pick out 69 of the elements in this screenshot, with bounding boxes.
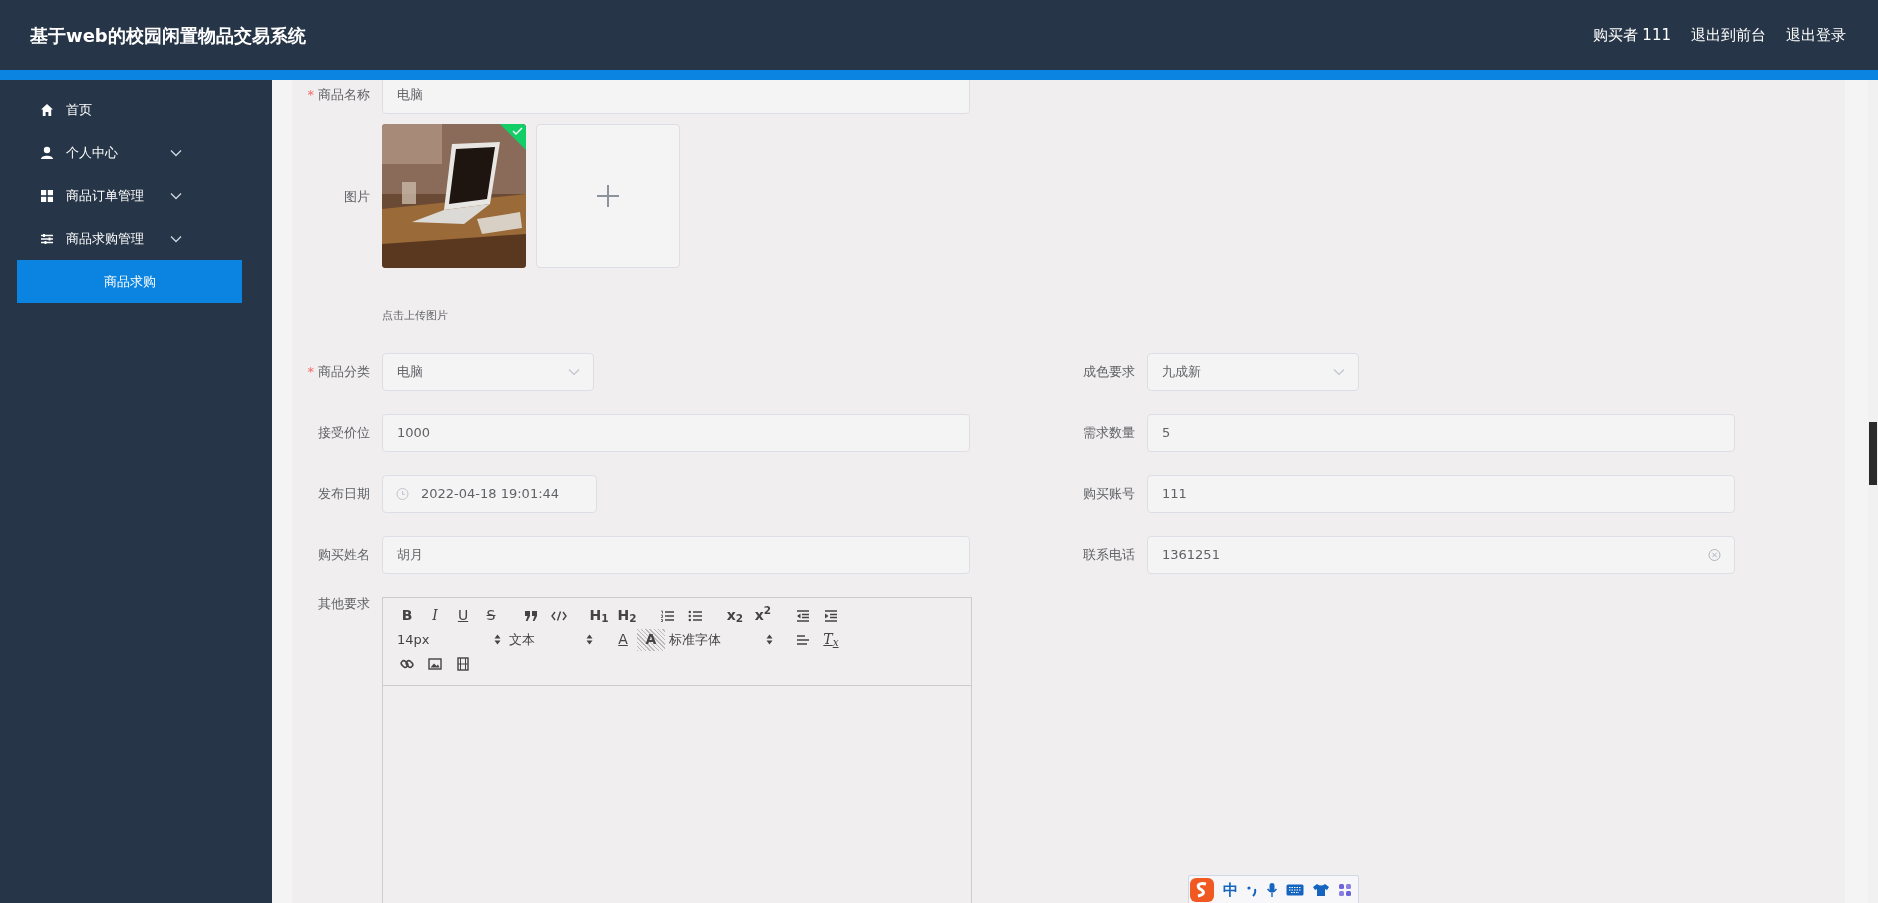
outdent-icon	[796, 609, 810, 622]
header-link[interactable]: 退出到前台	[1691, 23, 1766, 47]
sliders-icon	[40, 231, 54, 246]
microphone-icon	[1266, 882, 1278, 898]
apps-icon	[1338, 883, 1352, 897]
user-icon	[40, 145, 54, 160]
sort-arrows-icon	[766, 634, 773, 645]
field-label: * 商品名称	[306, 86, 370, 104]
field-label: 购买姓名	[317, 545, 370, 564]
quote-icon	[524, 609, 538, 622]
keyboard-icon	[1286, 884, 1304, 896]
bold-button[interactable]: B	[393, 604, 421, 627]
dropdown[interactable]: 九成新	[1147, 352, 1359, 391]
toolbar-dropdown[interactable]: 文本	[505, 628, 597, 651]
input-field[interactable]: 111	[1147, 474, 1735, 513]
font-color-button[interactable]: A	[609, 628, 637, 651]
script-button[interactable]: x$^{2}$	[749, 604, 777, 627]
submenu-item[interactable]: 商品求购	[17, 260, 242, 303]
indent-icon	[824, 609, 838, 622]
field-label: 发布日期	[317, 484, 370, 503]
field-label: * 商品分类	[306, 362, 370, 381]
image-icon	[428, 657, 442, 670]
field-label: 需求数量	[1082, 423, 1135, 442]
header-link[interactable]: 退出登录	[1786, 23, 1846, 47]
strikethrough-button[interactable]: S	[477, 604, 505, 627]
sort-arrows-icon	[494, 634, 501, 645]
toolbar-dropdown[interactable]: 14px	[393, 628, 505, 651]
sidebar-item[interactable]: 商品求购管理	[0, 217, 272, 260]
plus-icon	[596, 184, 620, 208]
upload-hint: 点击上传图片	[382, 308, 449, 324]
numbered-list-icon	[660, 609, 674, 622]
align-left-icon	[796, 633, 810, 646]
sidebar-item[interactable]: 商品订单管理	[0, 174, 272, 217]
highlight-button[interactable]: A	[637, 628, 665, 651]
field-label: 购买账号	[1082, 484, 1135, 503]
sidebar-item[interactable]: 首页	[0, 88, 272, 131]
input-field[interactable]: 电脑	[382, 80, 970, 114]
chevron-icon	[1333, 367, 1345, 376]
grid-icon	[40, 188, 54, 203]
input-field[interactable]: 1361251	[1147, 535, 1735, 574]
field-label: 成色要求	[1082, 362, 1135, 381]
underline-button[interactable]: U	[449, 604, 477, 627]
code-icon	[551, 610, 567, 621]
input-mode[interactable]: 中	[1223, 878, 1238, 902]
input-field[interactable]: 1000	[382, 413, 970, 452]
film-icon	[457, 656, 469, 671]
shirt-icon	[1312, 883, 1330, 897]
heading-button[interactable]: H$_{1}$	[585, 604, 613, 627]
chevron-icon	[568, 367, 580, 376]
input-field[interactable]: 5	[1147, 413, 1735, 452]
toolbar-dropdown[interactable]: 标准字体	[665, 628, 777, 651]
date-field[interactable]: 2022-04-18 19:01:44	[382, 474, 597, 513]
clear-format-button[interactable]: T$_{x}$	[817, 628, 845, 651]
italic-button[interactable]: I	[421, 604, 449, 627]
field-label: 接受价位	[317, 423, 370, 442]
input-field[interactable]: 胡月	[382, 535, 970, 574]
header-link[interactable]: 购买者 111	[1592, 23, 1671, 47]
home-icon	[40, 102, 54, 117]
app-title: 基于web的校园闲置物品交易系统	[30, 23, 306, 48]
field-label: 联系电话	[1082, 545, 1135, 564]
script-button[interactable]: x$_{2}$	[721, 604, 749, 627]
heading-button[interactable]: H$_{2}$	[613, 604, 641, 627]
clock-icon	[396, 487, 409, 500]
field-label: 图片	[343, 190, 370, 203]
dropdown[interactable]: 电脑	[382, 352, 594, 391]
bullet-list-icon	[688, 609, 702, 622]
field-label: 其他要求	[317, 596, 370, 610]
sort-arrows-icon	[586, 634, 593, 645]
sidebar-item[interactable]: 个人中心	[0, 131, 272, 174]
